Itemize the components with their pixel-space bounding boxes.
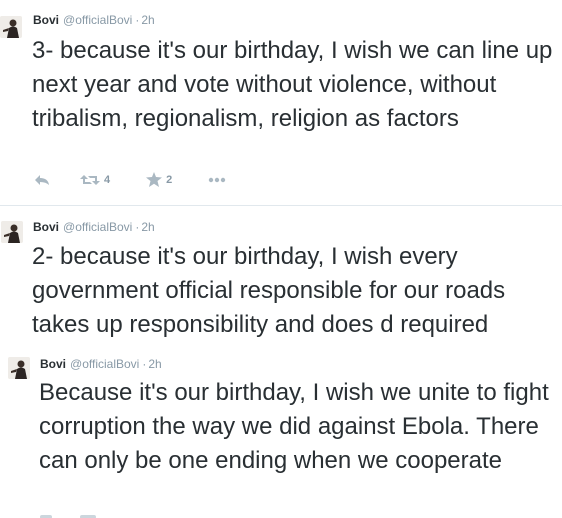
separator: · bbox=[135, 220, 140, 234]
avatar[interactable] bbox=[1, 221, 23, 243]
reply-button[interactable] bbox=[34, 174, 50, 186]
author-handle[interactable]: @officialBovi bbox=[63, 220, 132, 234]
timestamp[interactable]: 2h bbox=[148, 357, 161, 371]
author-handle[interactable]: @officialBovi bbox=[63, 13, 132, 27]
author-name[interactable]: Bovi bbox=[40, 357, 66, 371]
retweet-count: 4 bbox=[104, 173, 111, 186]
tweet-text: Because it's our birthday, I wish we uni… bbox=[39, 379, 549, 474]
tweet-actions: 4 2 bbox=[34, 172, 226, 187]
reply-icon bbox=[35, 174, 49, 185]
retweet-icon bbox=[80, 174, 100, 185]
author-name[interactable]: Bovi bbox=[33, 220, 59, 234]
avatar-icon bbox=[1, 221, 23, 243]
tweet[interactable]: Bovi @officialBovi · 2h Because it's our bi… bbox=[0, 340, 562, 518]
tweet-header: Bovi @officialBovi · 2h bbox=[33, 13, 155, 27]
tweet-actions-partial bbox=[40, 511, 120, 518]
tweet-text: 2- because it's our birthday, I wish eve… bbox=[32, 243, 506, 338]
tweet[interactable]: Bovi @officialBovi · 2h 2- because it's our… bbox=[0, 206, 562, 340]
separator: · bbox=[135, 13, 140, 27]
author-handle[interactable]: @officialBovi bbox=[70, 357, 139, 371]
tweet[interactable]: Bovi @officialBovi · 2h 3- because it's our… bbox=[0, 0, 562, 205]
star-icon bbox=[146, 172, 163, 187]
tweet-header: Bovi @officialBovi · 2h bbox=[40, 357, 162, 371]
tweet-header: Bovi @officialBovi · 2h bbox=[33, 220, 155, 234]
author-name[interactable]: Bovi bbox=[33, 13, 59, 27]
tweet-text: 3- because it's our birthday, I wish we … bbox=[32, 37, 553, 132]
more-icon bbox=[209, 177, 226, 182]
avatar[interactable] bbox=[0, 16, 22, 38]
avatar[interactable] bbox=[8, 357, 30, 379]
avatar-icon bbox=[0, 16, 22, 38]
separator: · bbox=[142, 357, 147, 371]
favorite-count: 2 bbox=[166, 173, 173, 186]
retweet-button[interactable]: 4 bbox=[80, 174, 110, 186]
timestamp[interactable]: 2h bbox=[141, 220, 154, 234]
favorite-button[interactable]: 2 bbox=[146, 172, 172, 187]
avatar-icon bbox=[8, 357, 30, 379]
timestamp[interactable]: 2h bbox=[141, 13, 154, 27]
more-button[interactable] bbox=[208, 177, 226, 183]
